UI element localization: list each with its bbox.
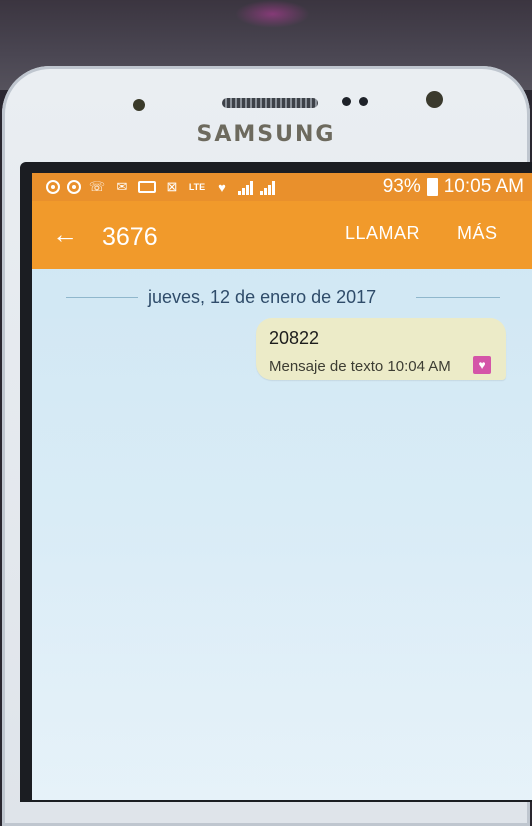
- missed-call-icon: ☏: [88, 179, 106, 194]
- front-camera: [426, 91, 443, 108]
- heart-icon: ♥: [218, 179, 226, 195]
- app-bar: ← 3676 LLAMAR MÁS: [32, 201, 532, 269]
- sensor-dot: [342, 97, 351, 106]
- message-text: 20822: [269, 328, 320, 348]
- conversation-title: 3676: [102, 223, 158, 251]
- voicemail-icon: [138, 181, 156, 193]
- status-bar: ☏ ✉ ⊠ LTE ♥ 93% 10:05 AM: [32, 173, 532, 201]
- signal-icon: [260, 179, 275, 195]
- message-meta: Mensaje de texto 10:04 AM: [269, 358, 451, 375]
- heart-icon: ♥: [473, 356, 491, 374]
- back-arrow-icon[interactable]: ←: [52, 221, 78, 247]
- battery-icon: [426, 178, 438, 196]
- signal-icon: [238, 179, 253, 195]
- message-bubble[interactable]: 20822 Mensaje de texto 10:04 AM ♥: [256, 318, 506, 380]
- more-button[interactable]: MÁS: [457, 223, 498, 244]
- call-button[interactable]: LLAMAR: [345, 223, 420, 244]
- date-label: jueves, 12 de enero de 2017: [148, 287, 377, 307]
- target-icon: [67, 180, 81, 194]
- proximity-sensor: [133, 99, 145, 111]
- clock: 10:05 AM: [443, 176, 524, 197]
- target-icon: [46, 180, 60, 194]
- battery-percent: 93%: [382, 176, 421, 197]
- notification-icons: ☏ ✉ ⊠ LTE ♥: [46, 178, 275, 196]
- email-icon: ✉: [116, 179, 128, 194]
- date-separator: jueves, 12 de enero de 2017: [32, 285, 532, 309]
- sensor-dot: [359, 97, 368, 106]
- lte-icon: LTE: [188, 181, 206, 192]
- mute-icon: ⊠: [166, 179, 178, 194]
- divider: [416, 297, 500, 298]
- background-light: [235, 0, 310, 28]
- phone-screen: ☏ ✉ ⊠ LTE ♥ 93% 10:05 AM ← 3676 LLAMAR M…: [32, 173, 532, 800]
- status-right: 93% 10:05 AM: [383, 176, 524, 198]
- earpiece-speaker: [222, 98, 318, 108]
- divider: [66, 297, 138, 298]
- device-brand: SAMSUNG: [196, 122, 336, 147]
